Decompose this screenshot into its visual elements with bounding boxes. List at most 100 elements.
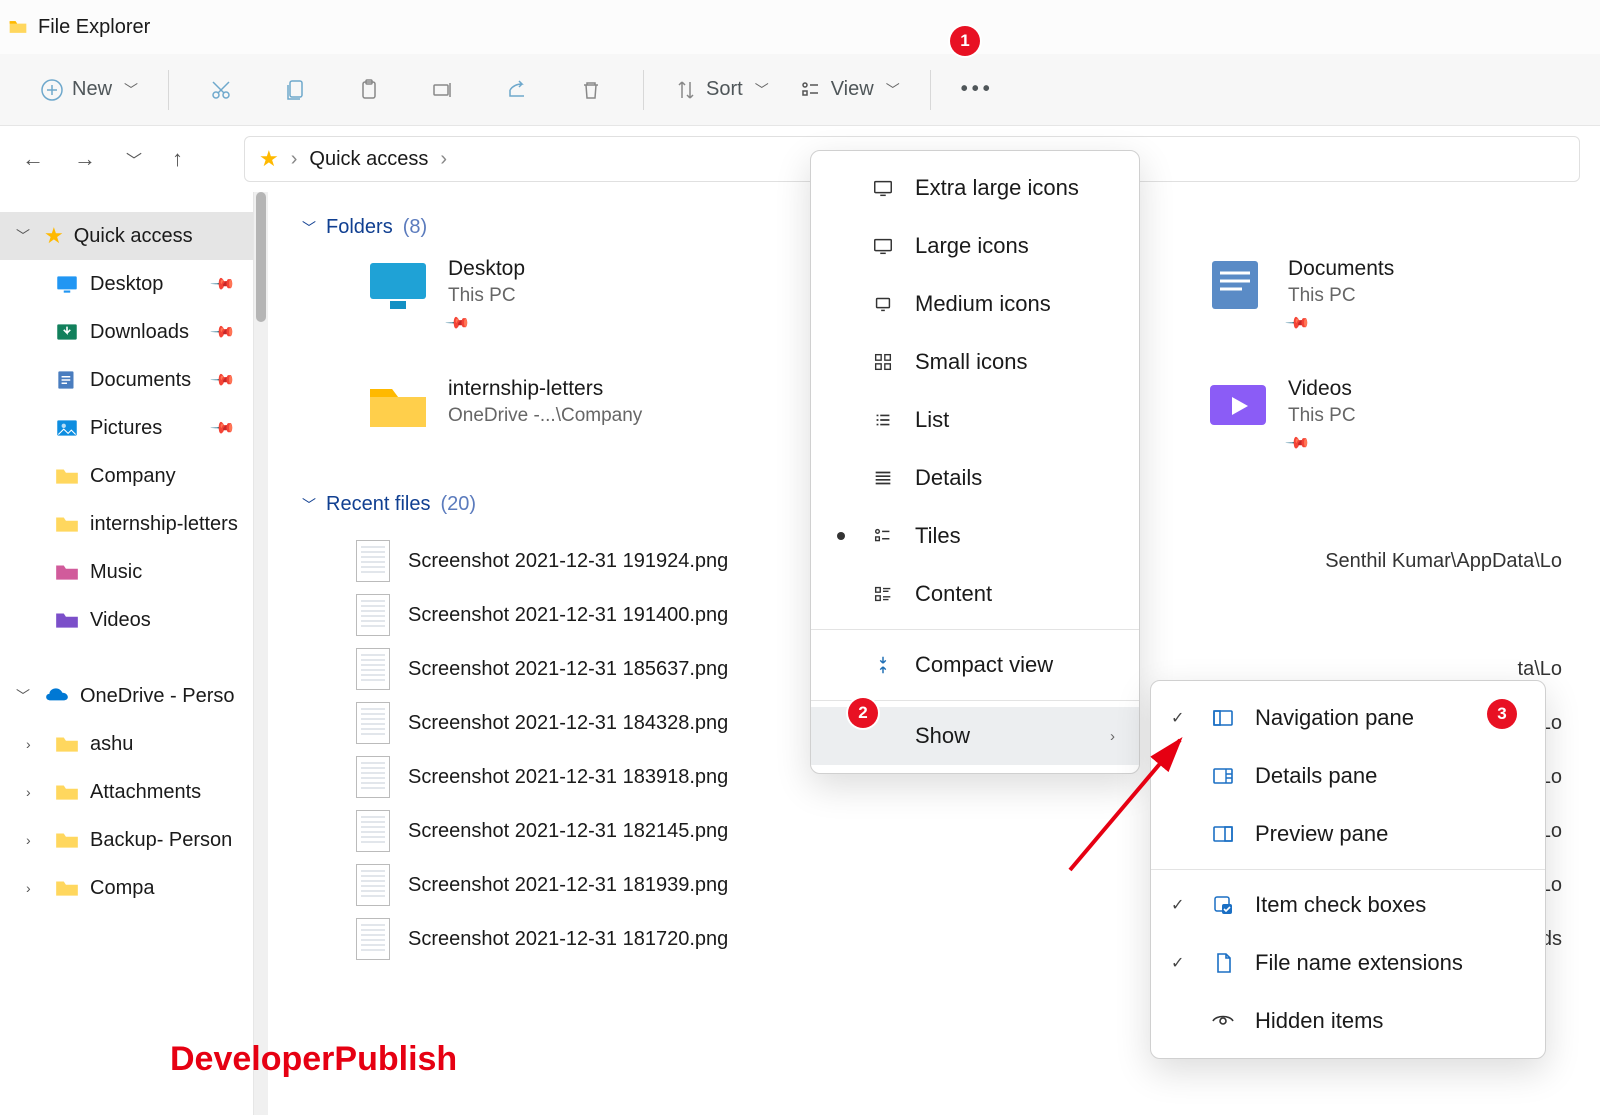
- sidebar-item-company[interactable]: Company: [0, 452, 253, 500]
- menu-item-preview pane[interactable]: Preview pane: [1151, 805, 1545, 863]
- section-count: (8): [403, 216, 427, 239]
- separator: [168, 70, 169, 110]
- paste-button[interactable]: [335, 70, 403, 110]
- sort-button[interactable]: Sort ﹀: [662, 70, 781, 110]
- sidebar-item-videos[interactable]: Videos: [0, 596, 253, 644]
- folder-tile[interactable]: Desktop This PC📌: [366, 257, 726, 333]
- menu-item-file name extensions[interactable]: ✓ File name extensions: [1151, 934, 1545, 992]
- more-button[interactable]: •••: [949, 70, 1006, 109]
- sidebar-item-compa[interactable]: › Compa: [0, 864, 253, 912]
- new-button[interactable]: New ﹀: [28, 70, 150, 110]
- recent-dropdown[interactable]: ﹀: [126, 147, 142, 171]
- file-path: ta\Lo: [1518, 658, 1562, 681]
- cut-button[interactable]: [187, 70, 255, 110]
- tiles-icon: [869, 525, 897, 547]
- forward-button[interactable]: →: [74, 146, 96, 172]
- menu-item-extra large icons[interactable]: Extra large icons: [811, 159, 1139, 217]
- rename-button[interactable]: [409, 70, 477, 110]
- sidebar-item-music[interactable]: Music: [0, 548, 253, 596]
- sidebar-item-label: Company: [90, 465, 176, 488]
- menu-item-hidden items[interactable]: Hidden items: [1151, 992, 1545, 1050]
- sidebar-item-label: Pictures: [90, 417, 162, 440]
- sidebar-item-label: Attachments: [90, 781, 201, 804]
- desktop-icon: [54, 271, 80, 297]
- sort-icon: [674, 78, 698, 102]
- file-thumbnail: [356, 810, 390, 852]
- sidebar-item-label: Quick access: [74, 225, 193, 248]
- menu-separator: [811, 629, 1139, 630]
- share-button[interactable]: [483, 70, 551, 110]
- menu-item-small icons[interactable]: Small icons: [811, 333, 1139, 391]
- menu-item-tiles[interactable]: Tiles: [811, 507, 1139, 565]
- menu-item-details[interactable]: Details: [811, 449, 1139, 507]
- details-icon: [869, 467, 897, 489]
- sidebar-item-documents[interactable]: Documents 📌: [0, 356, 253, 404]
- sidebar-item-label: Music: [90, 561, 142, 584]
- pin-icon: 📌: [209, 318, 237, 346]
- view-button[interactable]: View ﹀: [787, 70, 912, 110]
- delete-button[interactable]: [557, 70, 625, 110]
- file-thumbnail: [356, 756, 390, 798]
- monitor-icon: [869, 235, 897, 257]
- sidebar-item-pictures[interactable]: Pictures 📌: [0, 404, 253, 452]
- new-label: New: [72, 78, 112, 101]
- sidebar-item-backup- person[interactable]: › Backup- Person: [0, 816, 253, 864]
- menu-item-label: Medium icons: [915, 291, 1051, 317]
- sidebar-item-onedrive[interactable]: ﹀ OneDrive - Perso: [0, 672, 253, 720]
- menu-item-list[interactable]: List: [811, 391, 1139, 449]
- folder-tile[interactable]: Videos This PC📌: [1206, 377, 1566, 453]
- onedrive-icon: [44, 683, 70, 709]
- chevron-down-icon: ﹀: [16, 226, 34, 246]
- file-name: Screenshot 2021-12-31 185637.png: [408, 658, 728, 681]
- toolbar: New ﹀ Sort ﹀ View ﹀ •••: [0, 54, 1600, 126]
- pin-icon: 📌: [1284, 429, 1312, 457]
- back-button[interactable]: ←: [22, 146, 44, 172]
- menu-item-label: Details pane: [1255, 763, 1377, 789]
- content-icon: [869, 583, 897, 605]
- menu-item-medium icons[interactable]: Medium icons: [811, 275, 1139, 333]
- sidebar-item-desktop[interactable]: Desktop 📌: [0, 260, 253, 308]
- file-thumbnail: [356, 918, 390, 960]
- folder-icon: [8, 17, 28, 37]
- menu-item-label: Details: [915, 465, 982, 491]
- sidebar-item-attachments[interactable]: › Attachments: [0, 768, 253, 816]
- menu-item-navigation pane[interactable]: ✓ Navigation pane: [1151, 689, 1545, 747]
- folder-icon: [54, 559, 80, 585]
- sidebar-item-internship-letters[interactable]: internship-letters: [0, 500, 253, 548]
- menu-item-label: Small icons: [915, 349, 1027, 375]
- menu-item-item check boxes[interactable]: ✓ Item check boxes: [1151, 876, 1545, 934]
- menu-item-label: List: [915, 407, 949, 433]
- sidebar-item-label: Compa: [90, 877, 154, 900]
- scrollbar-thumb[interactable]: [256, 192, 266, 322]
- chevron-down-icon: ﹀: [124, 80, 138, 100]
- sidebar-item-quick-access[interactable]: ﹀ ★ Quick access: [0, 212, 253, 260]
- chevron-right-icon: ›: [1110, 728, 1115, 745]
- up-button[interactable]: ↑: [172, 146, 183, 172]
- scrollbar[interactable]: [254, 192, 268, 1115]
- file-thumbnail: [356, 594, 390, 636]
- menu-item-label: Large icons: [915, 233, 1029, 259]
- sidebar-item-label: Desktop: [90, 273, 163, 296]
- star-icon: ★: [259, 146, 279, 172]
- sidebar-item-label: Documents: [90, 369, 191, 392]
- folder-icon: [54, 607, 80, 633]
- folder-tile[interactable]: internship-letters OneDrive -...\Company: [366, 377, 726, 433]
- menu-item-compact-view[interactable]: Compact view: [811, 636, 1139, 694]
- sidebar-item-downloads[interactable]: Downloads 📌: [0, 308, 253, 356]
- copy-button[interactable]: [261, 70, 329, 110]
- separator: [930, 70, 931, 110]
- view-label: View: [831, 78, 874, 101]
- menu-item-large icons[interactable]: Large icons: [811, 217, 1139, 275]
- folder-tile[interactable]: Documents This PC📌: [1206, 257, 1566, 333]
- pin-icon: 📌: [209, 270, 237, 298]
- file-icon: [1209, 951, 1237, 975]
- menu-item-content[interactable]: Content: [811, 565, 1139, 623]
- eye-icon: [1209, 1009, 1237, 1033]
- sidebar-item-ashu[interactable]: › ashu: [0, 720, 253, 768]
- copy-icon: [283, 78, 307, 102]
- check-icon: ✓: [1171, 895, 1191, 915]
- menu-item-details pane[interactable]: Details pane: [1151, 747, 1545, 805]
- window-title: File Explorer: [38, 16, 150, 39]
- folder-name: Desktop: [448, 257, 525, 281]
- menu-item-label: File name extensions: [1255, 950, 1463, 976]
